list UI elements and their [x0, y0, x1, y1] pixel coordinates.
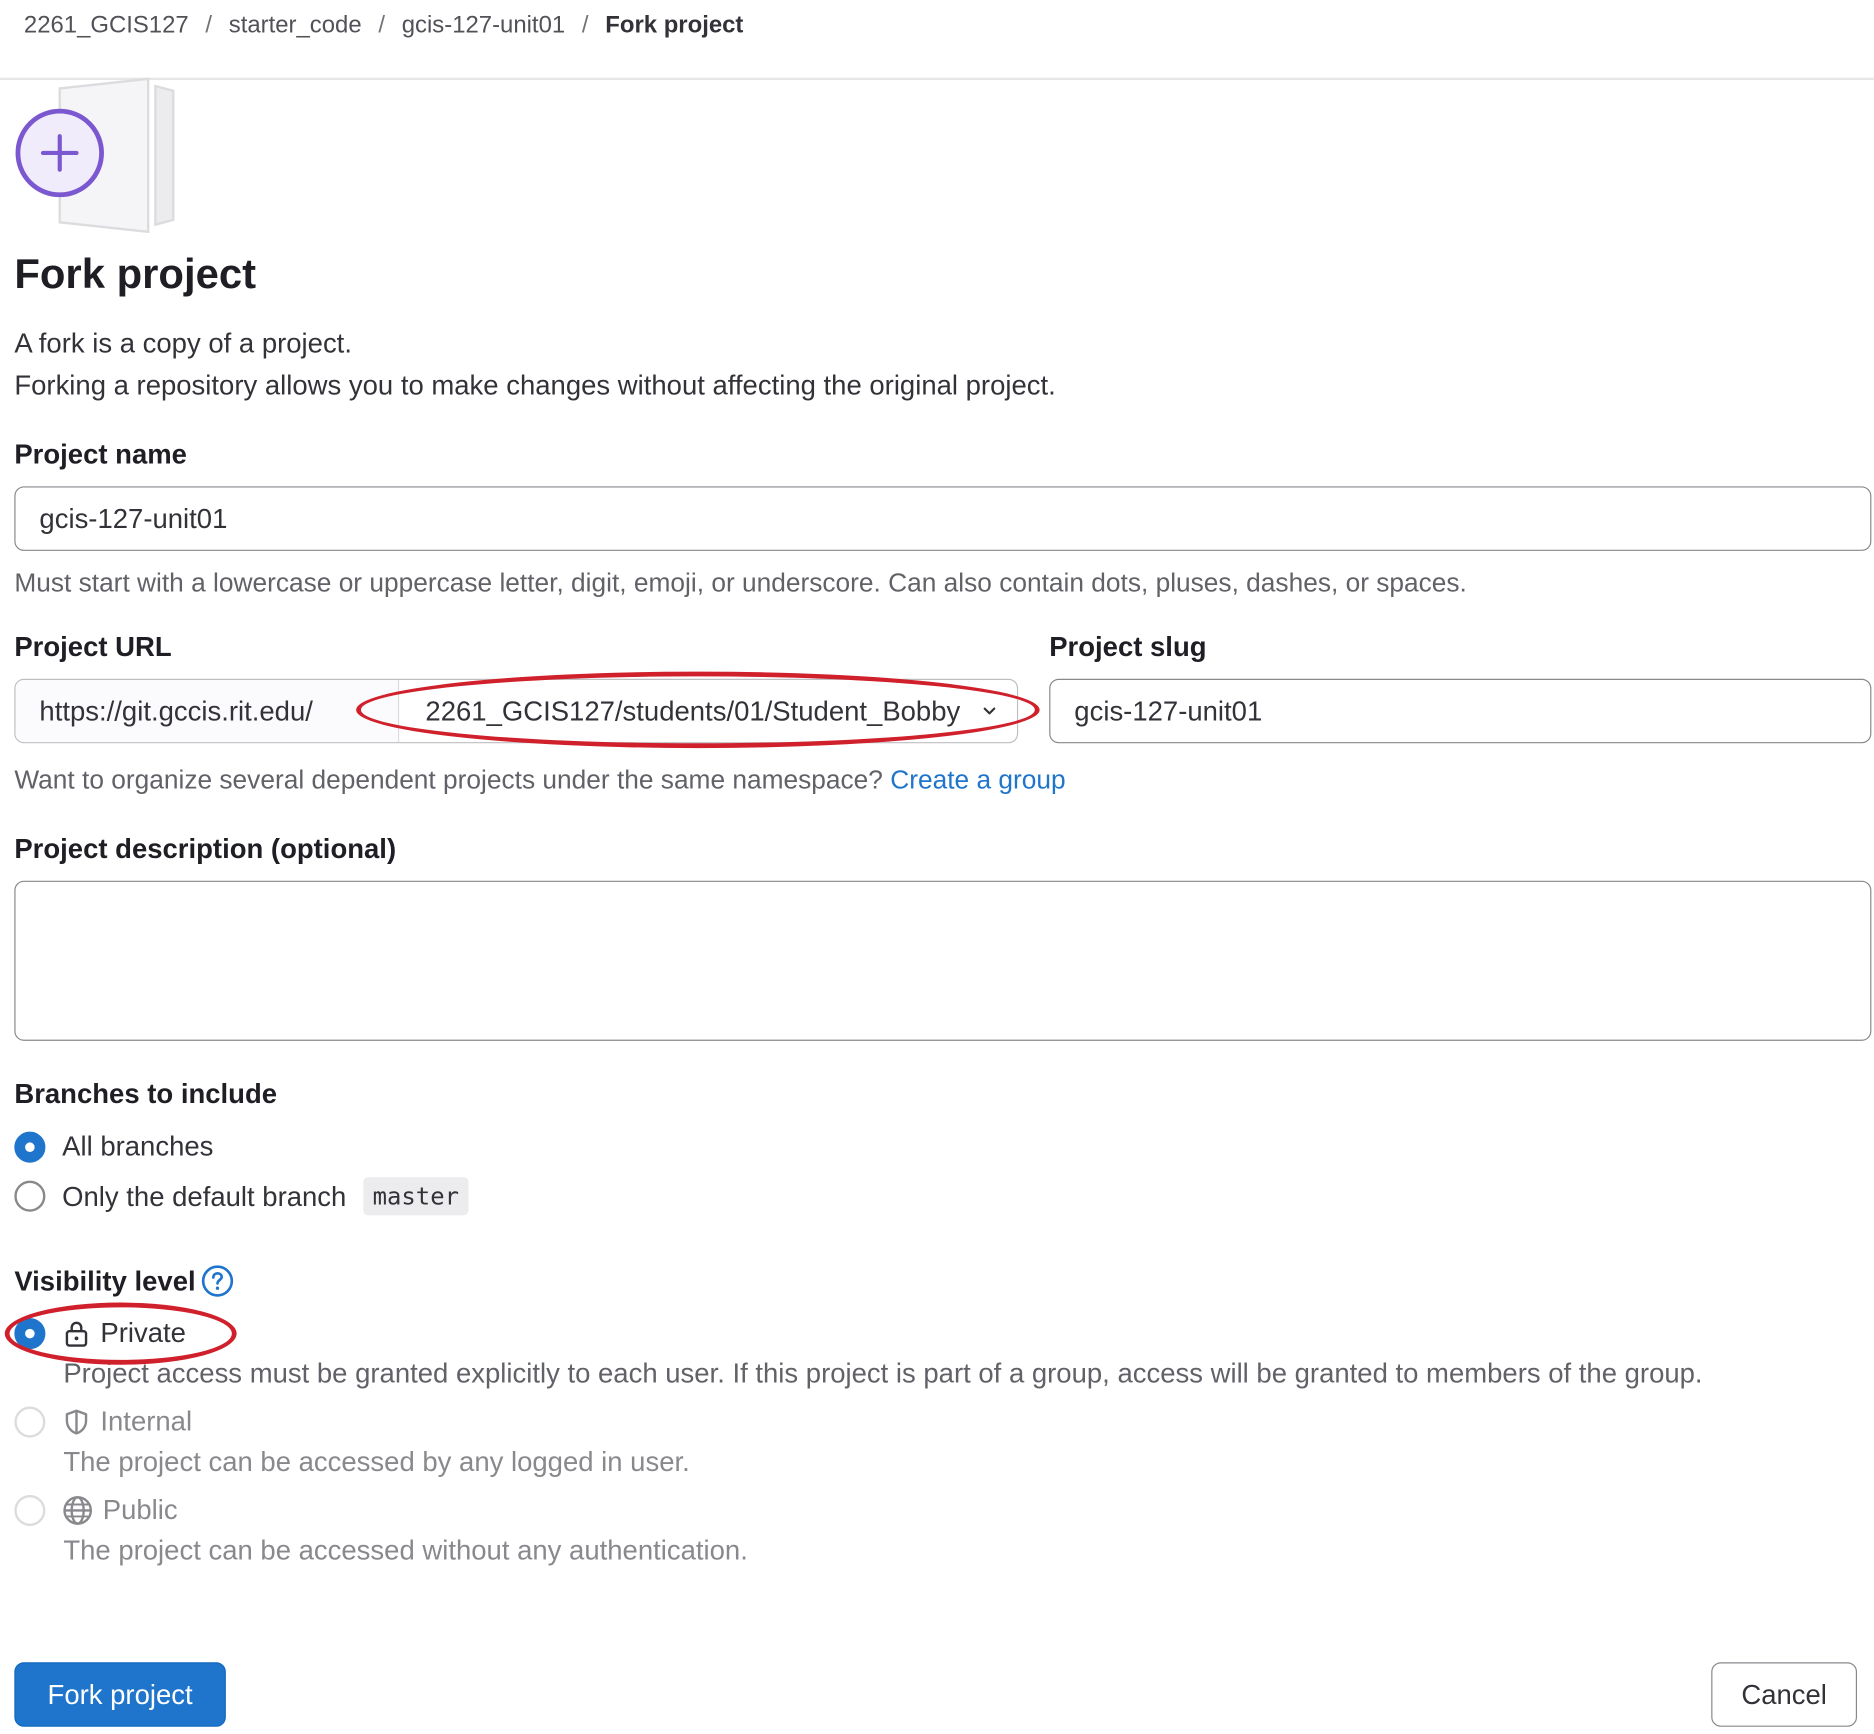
visibility-internal-option: Internal: [14, 1405, 192, 1437]
visibility-public-option: Public: [14, 1493, 178, 1526]
header-divider: [0, 77, 1874, 81]
namespace-select-value: 2261_GCIS127/students/01/Student_Bobby: [425, 694, 961, 726]
visibility-label: Visibility level: [14, 1264, 196, 1296]
branches-label: Branches to include: [14, 1077, 278, 1109]
project-name-input[interactable]: gcis-127-unit01: [14, 486, 1872, 551]
page-description-line1: A fork is a copy of a project.: [14, 327, 352, 359]
breadcrumb-item-subgroup[interactable]: starter_code: [229, 12, 362, 39]
project-name-help: Must start with a lowercase or uppercase…: [14, 567, 1467, 598]
branches-all-radio[interactable]: [14, 1131, 46, 1163]
breadcrumb-item-project[interactable]: gcis-127-unit01: [402, 12, 565, 39]
create-group-link[interactable]: Create a group: [890, 765, 1065, 795]
shield-icon: [62, 1407, 91, 1436]
breadcrumb-item-group[interactable]: 2261_GCIS127: [24, 12, 189, 39]
breadcrumb: 2261_GCIS127 / starter_code / gcis-127-u…: [24, 12, 743, 39]
visibility-internal-radio: [14, 1405, 46, 1437]
breadcrumb-separator: /: [205, 11, 213, 39]
namespace-select[interactable]: 2261_GCIS127/students/01/Student_Bobby: [399, 680, 1017, 742]
branches-default-radio[interactable]: [14, 1180, 46, 1212]
cancel-button[interactable]: Cancel: [1711, 1662, 1858, 1727]
visibility-internal-description: The project can be accessed by any logge…: [63, 1445, 690, 1478]
project-url-group: https://git.gccis.rit.edu/ 2261_GCIS127/…: [14, 678, 1019, 744]
project-slug-input[interactable]: gcis-127-unit01: [1049, 678, 1872, 744]
breadcrumb-separator: /: [581, 11, 589, 39]
breadcrumb-current: Fork project: [605, 11, 744, 39]
visibility-internal-label: Internal: [100, 1405, 193, 1437]
visibility-private-option[interactable]: Private: [14, 1317, 186, 1349]
branches-default-option[interactable]: Only the default branch master: [14, 1177, 469, 1216]
project-name-label: Project name: [14, 438, 187, 470]
visibility-public-label: Public: [102, 1493, 178, 1525]
project-description-label: Project description (optional): [14, 832, 397, 864]
lock-icon: [62, 1319, 91, 1348]
fork-project-page: 2261_GCIS127 / starter_code / gcis-127-u…: [0, 0, 1874, 1734]
globe-icon: [62, 1494, 93, 1525]
namespace-help: Want to organize several dependent proje…: [14, 765, 1065, 796]
fork-illustration: [15, 77, 175, 234]
default-branch-badge: master: [363, 1177, 469, 1216]
help-circle-icon[interactable]: [200, 1264, 233, 1297]
branches-all-option[interactable]: All branches: [14, 1130, 214, 1163]
branches-default-label: Only the default branch: [62, 1180, 347, 1212]
chevron-down-icon: [983, 707, 995, 715]
project-url-label: Project URL: [14, 630, 172, 663]
project-url-prefix: https://git.gccis.rit.edu/: [15, 679, 400, 743]
visibility-private-label: Private: [100, 1316, 186, 1348]
visibility-heading: Visibility level: [14, 1264, 234, 1297]
branches-all-label: All branches: [62, 1130, 214, 1162]
namespace-help-text: Want to organize several dependent proje…: [14, 764, 883, 795]
visibility-public-description: The project can be accessed without any …: [63, 1534, 748, 1566]
breadcrumb-separator: /: [378, 11, 386, 39]
page-title: Fork project: [14, 250, 257, 298]
visibility-private-radio[interactable]: [14, 1317, 46, 1349]
fork-project-button[interactable]: Fork project: [14, 1662, 226, 1727]
visibility-public-radio: [14, 1494, 46, 1526]
project-slug-label: Project slug: [1049, 630, 1207, 663]
visibility-private-description: Project access must be granted explicitl…: [63, 1357, 1703, 1389]
page-description-line2: Forking a repository allows you to make …: [14, 369, 1056, 401]
project-description-textarea[interactable]: [14, 880, 1872, 1041]
